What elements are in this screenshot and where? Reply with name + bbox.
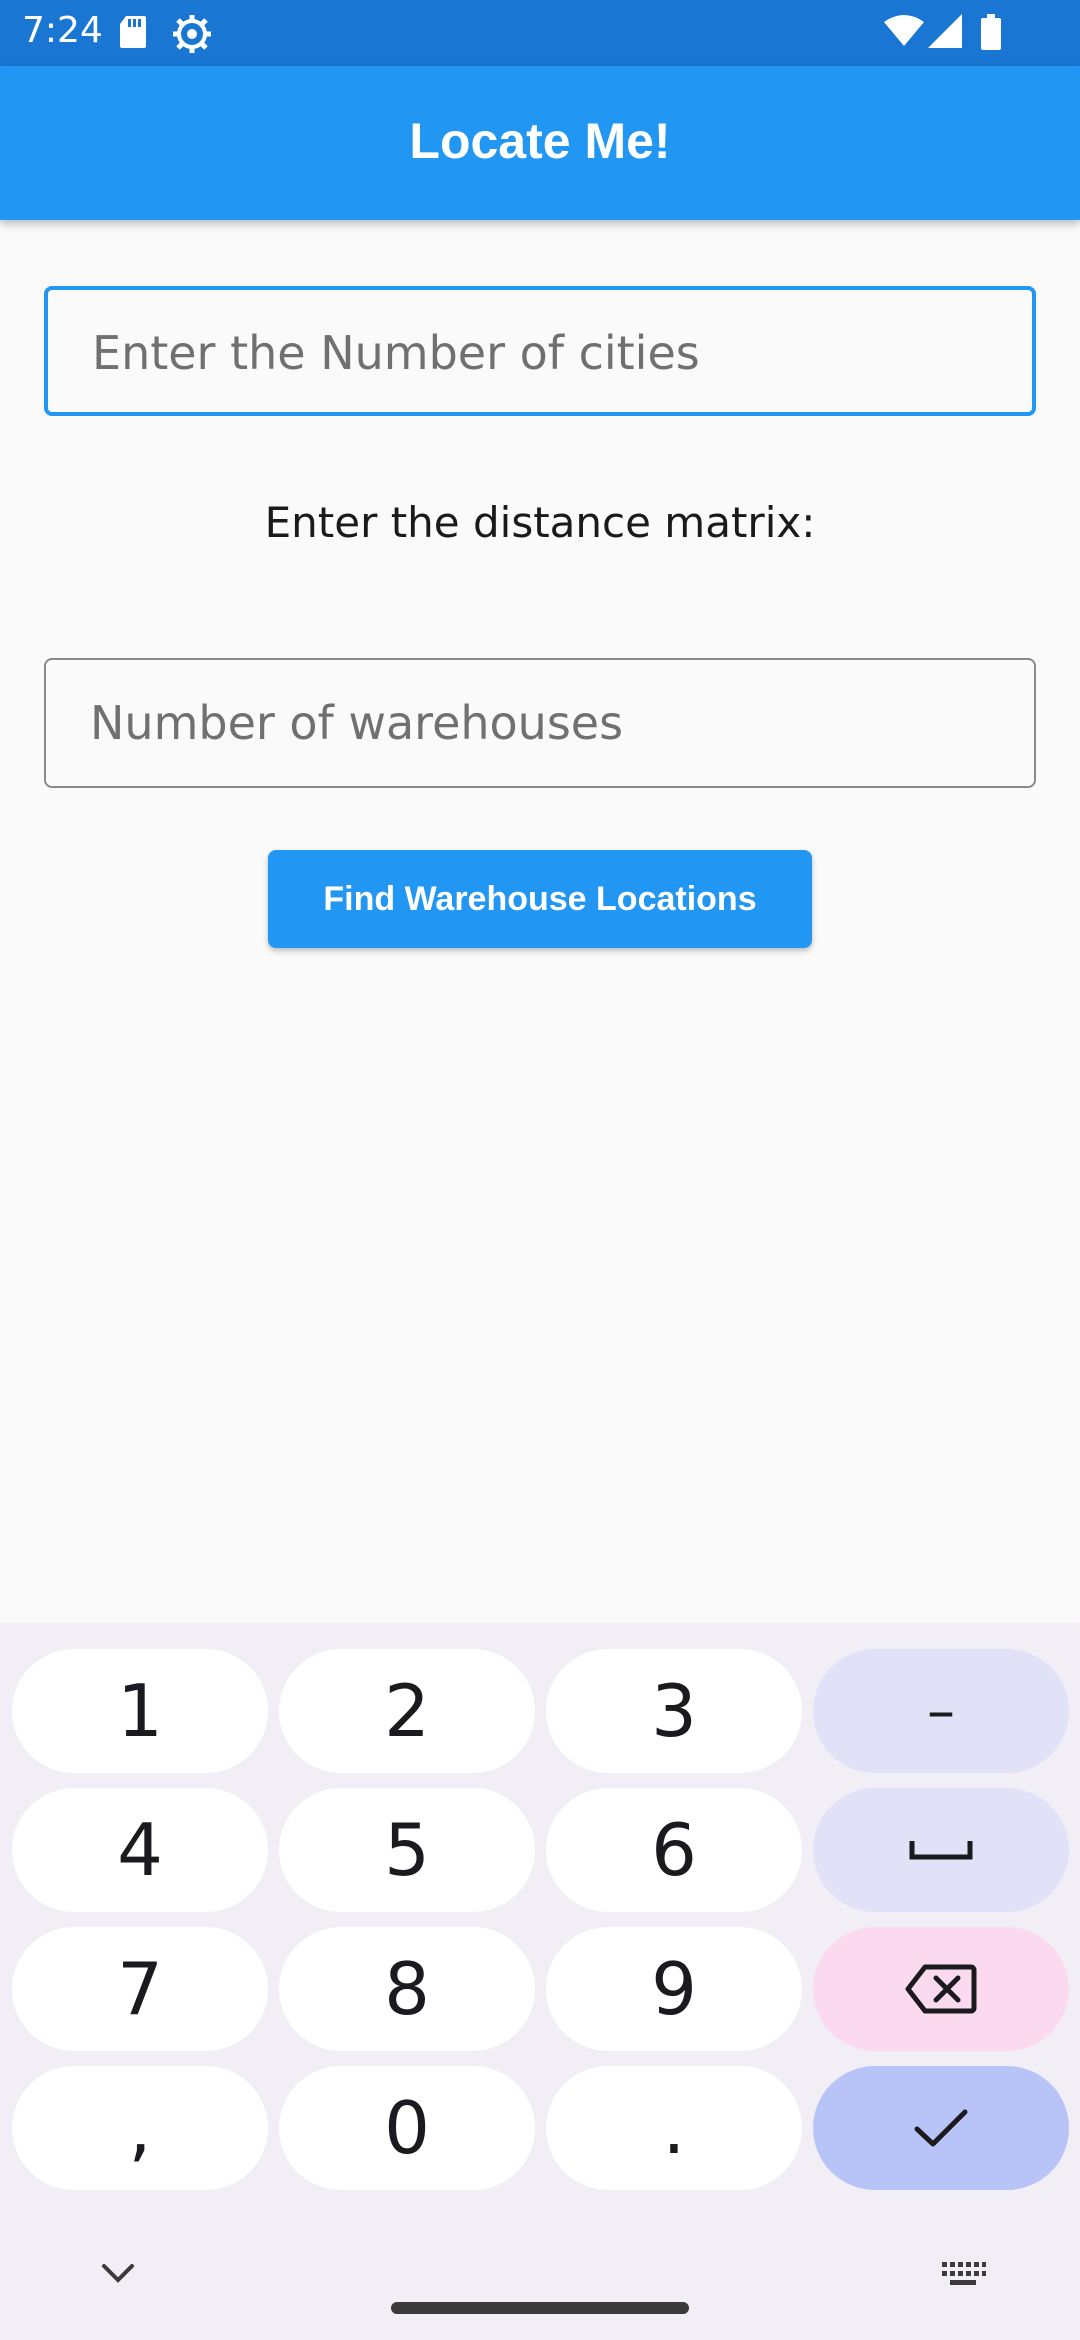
space-bar-icon <box>909 1841 973 1860</box>
key-7[interactable]: 7 <box>12 1927 268 2051</box>
status-time: 7:24 <box>22 10 103 51</box>
find-warehouse-locations-button[interactable]: Find Warehouse Locations <box>268 850 812 948</box>
warehouses-count-placeholder: Number of warehouses <box>90 696 624 750</box>
distance-matrix-label: Enter the distance matrix: <box>264 498 816 547</box>
backspace-icon <box>905 1964 977 2014</box>
cities-count-placeholder: Enter the Number of cities <box>92 326 700 380</box>
key-8[interactable]: 8 <box>279 1927 535 2051</box>
key-4[interactable]: 4 <box>12 1788 268 1912</box>
battery-icon <box>980 14 1002 55</box>
key-6[interactable]: 6 <box>546 1788 802 1912</box>
key-3[interactable]: 3 <box>546 1649 802 1773</box>
app-bar: Locate Me! <box>0 66 1080 220</box>
status-bar: 7:24 <box>0 0 1080 66</box>
chevron-down-icon[interactable] <box>100 2262 136 2289</box>
key-comma[interactable]: , <box>12 2066 268 2190</box>
key-space[interactable] <box>813 1788 1069 1912</box>
app-title: Locate Me! <box>409 113 671 169</box>
key-0[interactable]: 0 <box>279 2066 535 2190</box>
key-period[interactable]: . <box>546 2066 802 2190</box>
key-2[interactable]: 2 <box>279 1649 535 1773</box>
sd-card-icon <box>118 14 148 55</box>
warehouses-count-input[interactable]: Number of warehouses <box>44 658 1036 788</box>
key-9[interactable]: 9 <box>546 1927 802 2051</box>
key-minus[interactable]: – <box>813 1649 1069 1773</box>
wifi-icon <box>884 14 924 53</box>
cities-count-input[interactable]: Enter the Number of cities <box>44 286 1036 416</box>
key-5[interactable]: 5 <box>279 1788 535 1912</box>
signal-icon <box>928 14 962 53</box>
settings-gear-icon <box>172 14 212 59</box>
navigation-handle[interactable] <box>391 2302 689 2314</box>
keyboard-icon[interactable] <box>940 2260 986 2293</box>
key-backspace[interactable] <box>813 1927 1069 2051</box>
check-icon <box>914 2109 968 2147</box>
key-enter[interactable] <box>813 2066 1069 2190</box>
key-1[interactable]: 1 <box>12 1649 268 1773</box>
